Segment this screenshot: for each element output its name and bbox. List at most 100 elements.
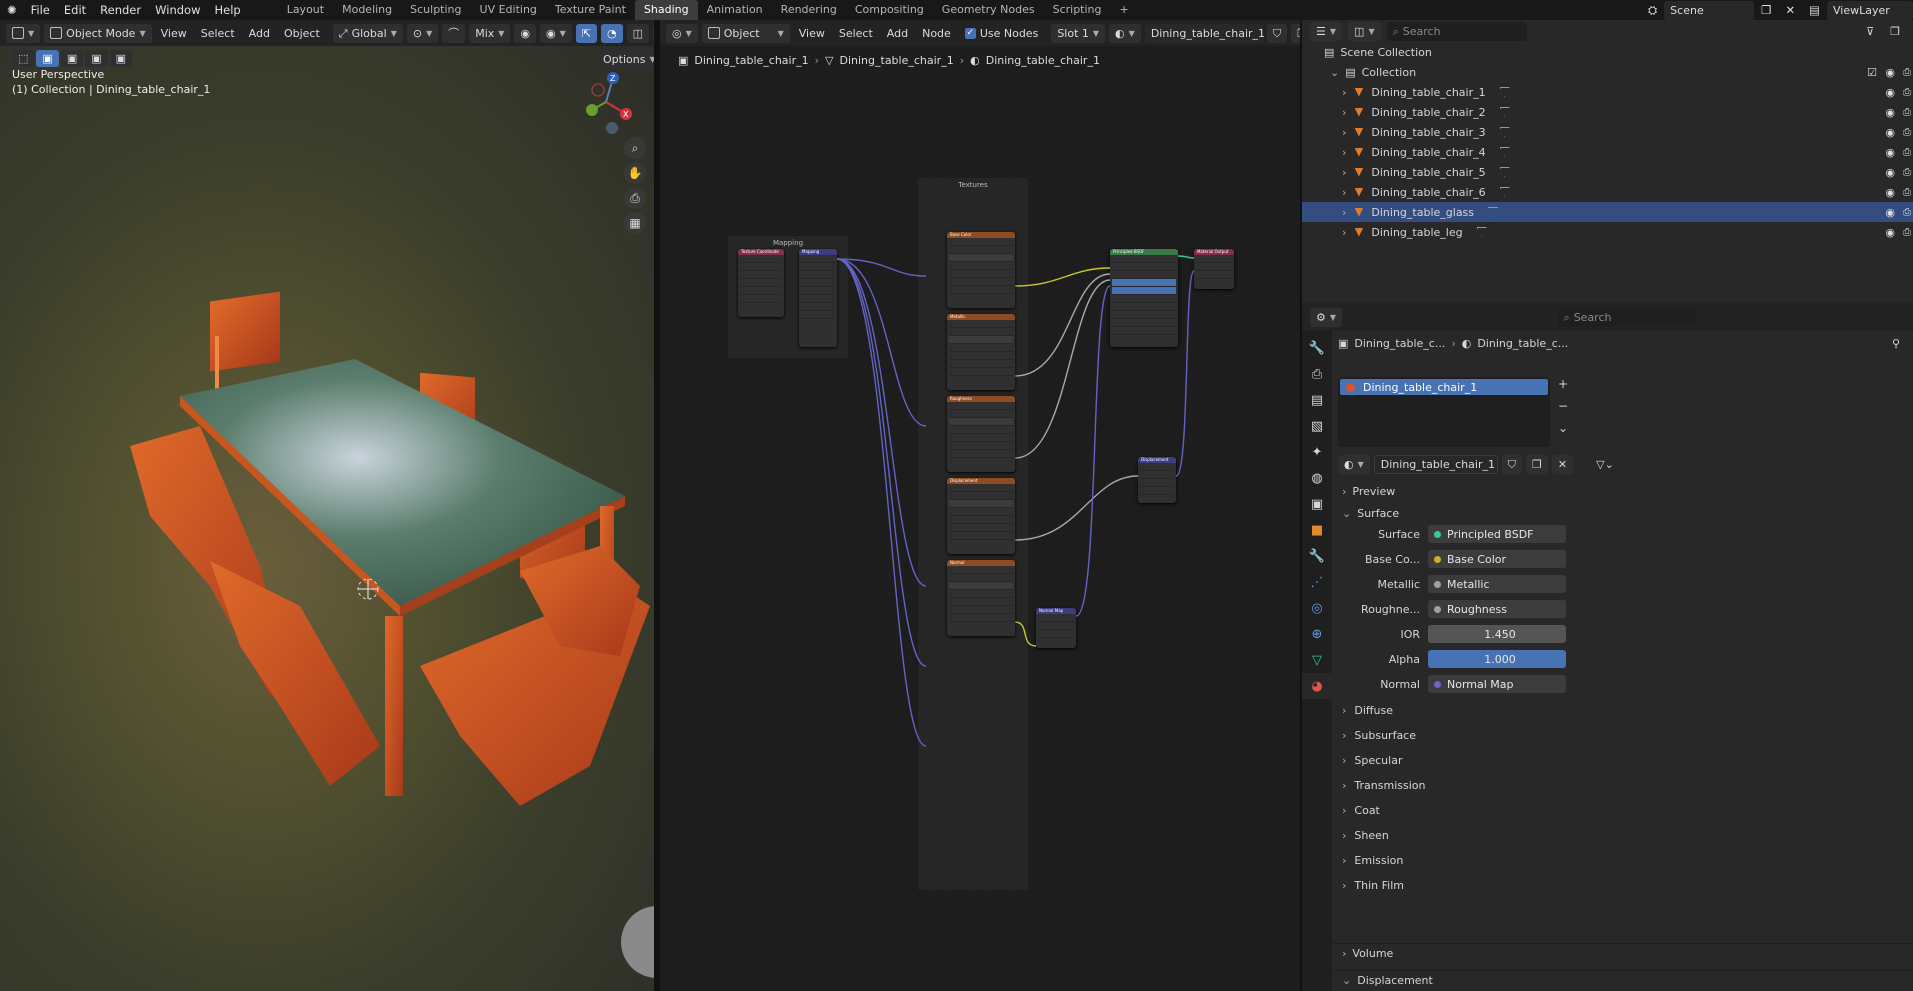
camera-icon[interactable]: ⎙ [1903,67,1911,78]
camera-icon[interactable]: ⎙ [1903,187,1911,198]
ne-menu-select[interactable]: Select [834,27,878,40]
object-mode-selector[interactable]: Object Mode ▼ [44,23,152,43]
duplicate-material-icon[interactable]: ❐ [1526,455,1548,474]
scene-icon[interactable]: ⛭ [1641,3,1664,18]
camera-icon[interactable]: ⎙ [1903,147,1911,158]
view-layer-icon[interactable]: ▤ [1802,3,1827,17]
tab-layout[interactable]: Layout [278,0,333,20]
tab-sculpting[interactable]: Sculpting [401,0,470,20]
tab-animation[interactable]: Animation [698,0,772,20]
world-tab-icon[interactable]: ◍ [1302,465,1332,491]
tab-uv-editing[interactable]: UV Editing [471,0,546,20]
outliner-item[interactable]: › Dining_table_chair_3 ◉ ⎙ [1302,122,1913,142]
node-editor-canvas[interactable]: ▣ Dining_table_chair_1 › ▽ Dining_table_cha… [660,46,1300,991]
menu-add[interactable]: Add [244,27,275,40]
filter-icon[interactable]: ⊽ [1861,25,1879,38]
camera-icon[interactable]: ⎙ [1903,87,1911,98]
scene-collection-row[interactable]: ▤ Scene Collection [1302,42,1913,62]
slot-menu-icon[interactable]: ⌄ [1558,421,1568,435]
node-image-texture[interactable]: Roughness [947,396,1015,472]
properties-search-input[interactable]: ⌕ Search [1557,307,1696,327]
modifier-tab-icon[interactable]: 🔧 [1302,543,1332,569]
visibility-icon[interactable]: ◉ ▼ [540,23,572,43]
property-field[interactable]: Base Color [1428,550,1566,568]
display-mode-icon[interactable]: ◫ ▼ [1348,21,1381,41]
subpanel[interactable]: › Subsurface [1342,725,1416,745]
pin-icon[interactable]: ⚲ [1892,337,1900,350]
outliner-item[interactable]: › Dining_table_chair_4 ◉ ⎙ [1302,142,1913,162]
camera-icon[interactable]: ⎙ [1903,107,1911,118]
fake-user-icon[interactable]: ⛉ [1501,455,1523,474]
add-workspace-icon[interactable]: + [1111,0,1138,20]
physics-tab-icon[interactable]: ◎ [1302,595,1332,621]
menu-help[interactable]: Help [207,3,247,17]
expand-arrow-icon[interactable]: › [1342,206,1346,219]
browse-material-icon[interactable]: ◐ ▼ [1338,455,1370,474]
tab-compositing[interactable]: Compositing [846,0,933,20]
property-field[interactable]: Roughness [1428,600,1566,618]
tab-geometry-nodes[interactable]: Geometry Nodes [933,0,1044,20]
output-tab-icon[interactable]: ▤ [1302,387,1332,413]
view-layer-selector[interactable]: ViewLayer [1827,0,1913,20]
copy-scene-icon[interactable]: ❐ [1754,3,1778,17]
property-field[interactable]: 1.450 [1428,625,1566,643]
node-image-texture[interactable]: Normal [947,560,1015,636]
eye-icon[interactable]: ◉ [1885,226,1895,239]
property-field[interactable]: Metallic [1428,575,1566,593]
node-image-texture[interactable]: Displacement [947,478,1015,554]
subpanel[interactable]: › Specular [1342,750,1402,770]
expand-arrow-icon[interactable]: › [1342,86,1346,99]
render-tab-icon[interactable]: ⎙ [1302,361,1332,387]
menu-file[interactable]: File [24,3,57,17]
material-slot-list[interactable]: Dining_table_chair_1 [1338,377,1550,447]
expand-arrow-icon[interactable]: › [1342,146,1346,159]
material-slot-item[interactable]: Dining_table_chair_1 [1340,379,1548,395]
properties-type-icon[interactable]: ⚙ ▼ [1310,307,1343,327]
tab-scripting[interactable]: Scripting [1044,0,1111,20]
menu-select[interactable]: Select [196,27,240,40]
outliner-item[interactable]: › Dining_table_chair_2 ◉ ⎙ [1302,102,1913,122]
tab-rendering[interactable]: Rendering [772,0,846,20]
outliner-search-input[interactable]: ⌕ Search [1386,21,1527,41]
subpanel[interactable]: › Emission [1342,850,1403,870]
outliner-item[interactable]: › Dining_table_chair_1 ◉ ⎙ [1302,82,1913,102]
pivot-selector[interactable]: ⊙ ▼ [406,23,439,43]
menu-window[interactable]: Window [148,3,207,17]
material-tab-icon[interactable]: ◕ [1302,673,1332,699]
3d-viewport[interactable]: ⬚ ▣ ▣ ▣ ▣ Options ▼ User Perspective (1) … [0,46,654,991]
camera-icon[interactable]: ⎙ [1903,167,1911,178]
expand-arrow-icon[interactable]: › [1342,226,1346,239]
panel-displacement[interactable]: ⌄ Displacement [1332,970,1913,990]
view-layer-tab-icon[interactable]: ▧ [1302,413,1332,439]
expand-arrow-icon[interactable]: › [1342,106,1346,119]
particles-tab-icon[interactable]: ⋰ [1302,569,1332,595]
camera-icon[interactable]: ⎙ [1903,127,1911,138]
mesh-link-icon[interactable]: ▽⌄ [1591,458,1619,471]
overlay-toggle[interactable]: ◔ [601,23,623,43]
data-tab-icon[interactable]: ▽ [1302,647,1332,673]
eye-icon[interactable]: ◉ [1885,66,1895,79]
menu-object[interactable]: Object [279,27,325,40]
property-field[interactable]: Normal Map [1428,675,1566,693]
tool-tab-icon[interactable]: 🔧 [1302,335,1332,361]
menu-edit[interactable]: Edit [57,3,93,17]
new-collection-icon[interactable]: ❐ [1885,25,1905,38]
node-editor-type-icon[interactable]: ◎ ▼ [666,23,698,43]
expand-arrow-icon[interactable]: › [1342,186,1346,199]
ne-menu-node[interactable]: Node [917,27,956,40]
panel-volume[interactable]: › Volume [1332,943,1913,963]
expand-arrow-icon[interactable]: › [1342,166,1346,179]
camera-icon[interactable]: ⎙ [1903,227,1911,238]
gizmo-toggle[interactable]: ⇱ [575,23,598,43]
editor-type-icon[interactable]: ▼ [6,23,41,43]
collection-row[interactable]: ⌄ ▤ Collection ☑ ◉ ⎙ [1302,62,1913,82]
unlink-icon[interactable]: ✕ [1551,455,1574,474]
outliner-item[interactable]: › Dining_table_glass ◉ ⎙ [1302,202,1913,222]
proportional-editing-icon[interactable]: ◉ [514,23,537,43]
eye-icon[interactable]: ◉ [1885,146,1895,159]
outliner-item[interactable]: › Dining_table_chair_6 ◉ ⎙ [1302,182,1913,202]
outliner-item[interactable]: › Dining_table_chair_5 ◉ ⎙ [1302,162,1913,182]
node-image-texture[interactable]: Base Color [947,232,1015,308]
menu-render[interactable]: Render [93,3,148,17]
material-browse-icon[interactable]: ◐ ▼ [1109,23,1141,43]
